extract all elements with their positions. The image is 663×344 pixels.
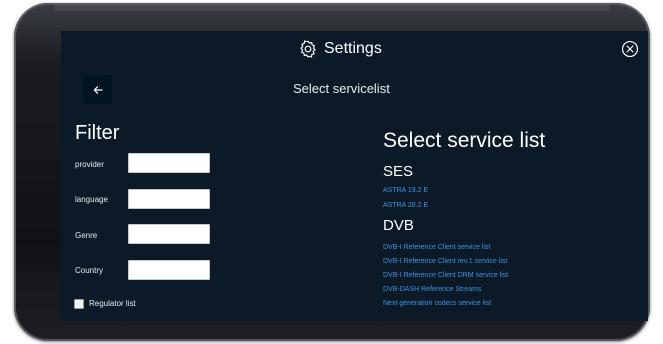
arrow-left-icon [93,85,103,94]
service-list-link[interactable]: DVB-I Reference Client DRM service list [383,271,508,280]
service-list-heading: Select service list [383,129,546,152]
bezel-highlight [54,5,610,11]
subheader-title: Select servicelist [293,81,390,96]
app-screen: Settings Select servicelist Filter provi… [61,31,648,321]
genre-input[interactable] [128,224,210,244]
service-list-link[interactable]: DVB-I Reference Client service list [383,243,490,252]
country-input[interactable] [128,260,210,280]
gear-icon [300,40,316,58]
provider-group-dvb: DVB [383,217,414,234]
provider-label: provider [75,160,104,169]
service-list-link[interactable]: DVB-I Reference Client rev.1 service lis… [383,257,507,266]
back-button[interactable] [83,75,112,104]
service-list-link[interactable]: DVB-DASH Reference Streams [383,285,481,294]
language-label: language [75,195,108,204]
language-input[interactable] [128,189,210,209]
regulator-list-label: Regulator list [89,299,136,308]
close-icon[interactable] [621,40,639,58]
country-label: Country [75,266,104,275]
service-list-link[interactable]: ASTRA 28.2 E [383,201,428,210]
tablet-frame: Settings Select servicelist Filter provi… [14,3,650,341]
regulator-list-checkbox[interactable] [74,299,84,309]
provider-input[interactable] [128,153,210,173]
provider-group-ses: SES [383,163,414,180]
regulator-list-toggle[interactable]: Regulator list [74,299,136,309]
service-list-link[interactable]: ASTRA 19.2 E [383,186,428,195]
filter-heading: Filter [75,122,120,144]
genre-label: Genre [75,231,98,240]
page-title: Settings [324,40,382,57]
service-list-link[interactable]: Next generation codecs service list [383,299,491,308]
